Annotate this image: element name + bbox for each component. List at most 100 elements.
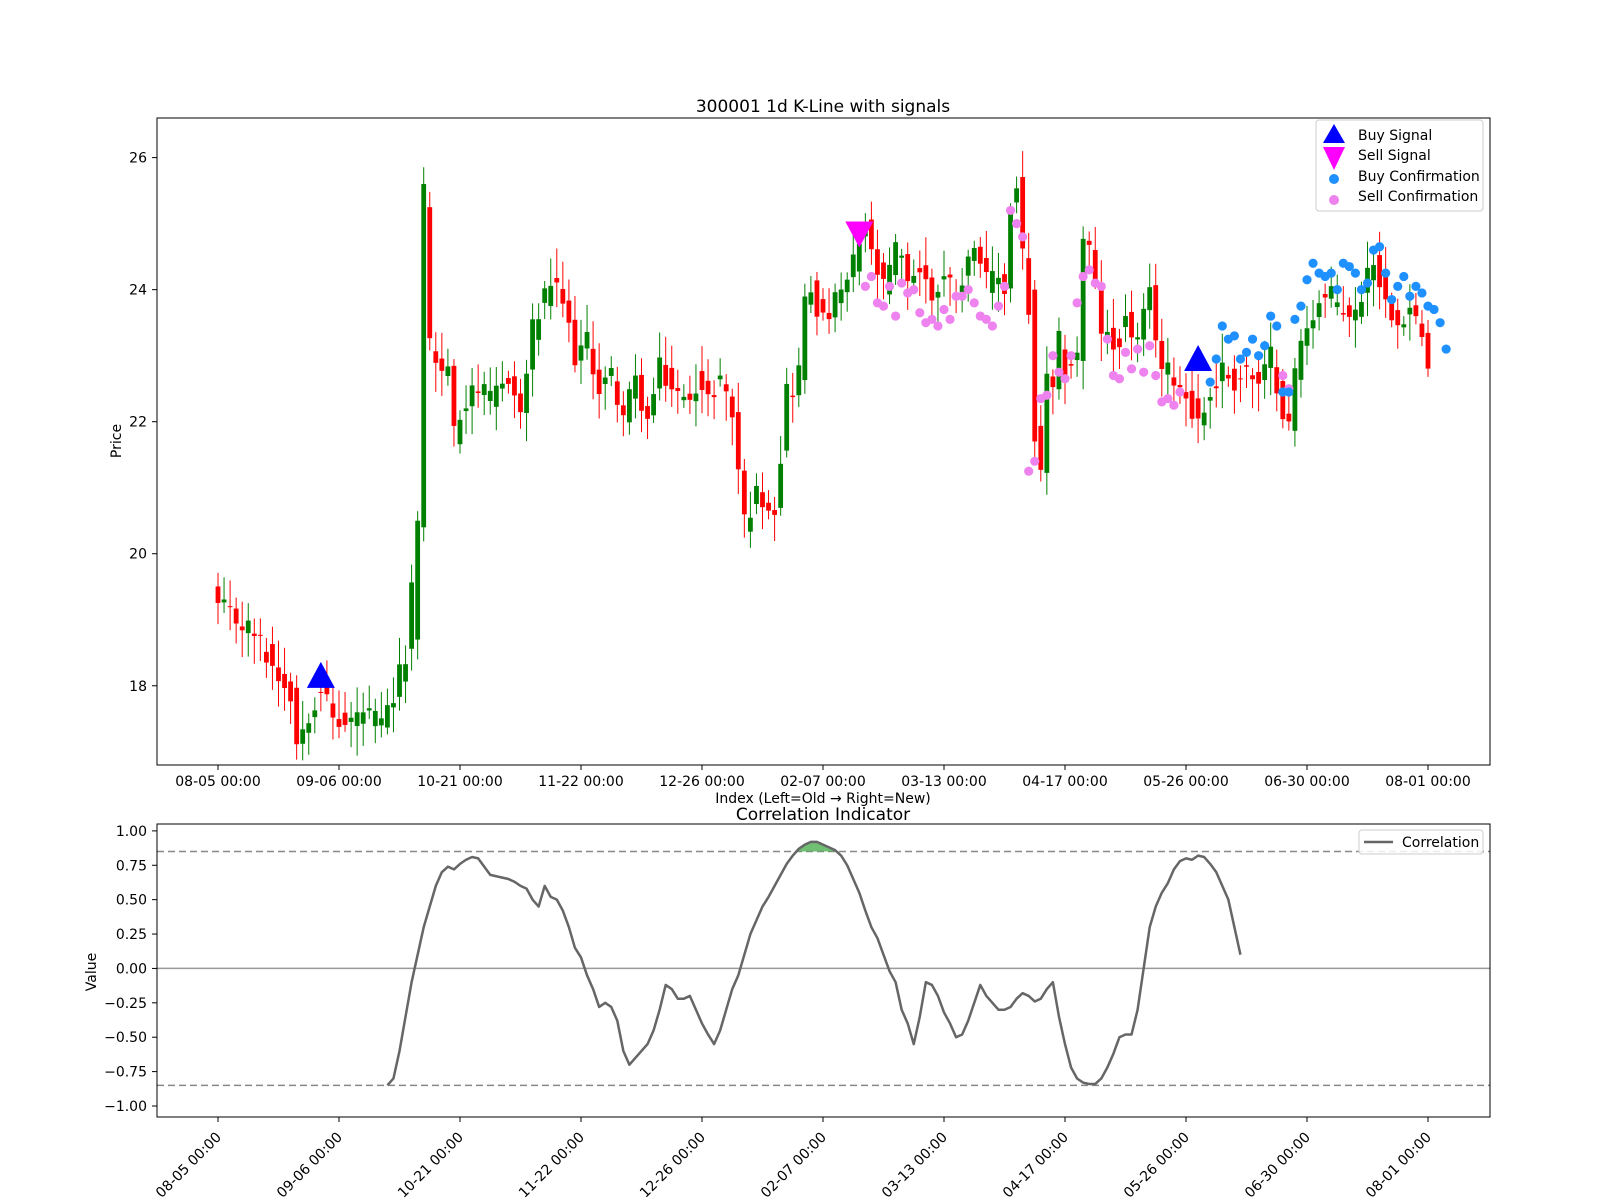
candle-body [754,485,759,505]
candle-body [524,373,529,414]
price-x-tick-label: 08-01 00:00 [1385,774,1470,790]
price-x-tick-label: 09-06 00:00 [296,774,381,790]
candle-body [977,246,983,264]
sell-confirmation-point [884,281,895,291]
candle-body [1383,274,1389,300]
sell-confirmation-point [1169,400,1179,410]
candle-body [306,723,312,733]
candle-body [802,296,808,381]
candle-body [947,274,953,278]
candle-body [923,265,929,280]
correlation-y-axis-label: Value [84,953,100,991]
correlation-y-tick-label: −0.50 [104,1030,147,1046]
candle-body [421,184,427,528]
candle-body [990,271,995,293]
candle-body [264,651,269,663]
figure: 300001 1d K-Line with signals 18 20 22 24 26… [0,0,1600,1200]
sell-confirmation-point [1096,281,1106,291]
candle-body [1334,302,1340,308]
buy-confirmation-point [1399,271,1409,282]
candle-body [729,396,735,418]
candle-body [784,383,790,451]
candle-body [875,249,880,275]
candle-body [1044,373,1050,473]
candle-body [1310,320,1316,329]
candle-body [1322,293,1328,298]
candle-body [717,375,723,380]
sell-confirmation-point [939,304,949,315]
candle-body [463,408,469,412]
candle-body [826,312,832,320]
candle-body [929,277,935,301]
candle-body [1425,332,1431,369]
candle-body [1340,313,1346,315]
buy-confirmation-point [1229,331,1239,341]
legend-sell-signal: Sell Signal [1358,148,1431,164]
sell-confirmation-point [1151,370,1161,381]
candle-body [445,366,451,376]
candle-body [590,348,596,375]
candle-body [1304,328,1310,346]
candle-body [1232,368,1237,391]
candle-body [1080,238,1086,361]
price-y-tick-label: 24 [129,283,147,299]
candle-body [512,376,517,396]
price-x-tick-label: 02-07 00:00 [780,774,865,790]
price-x-tick-label: 06-30 00:00 [1264,774,1349,790]
candle-body [917,268,923,273]
buy-confirmation-point [1290,314,1300,324]
correlation-y-tick-label: −1.00 [104,1099,147,1115]
buy-confirmation-point [1284,387,1294,397]
price-x-tick-label: 12-26 00:00 [659,774,744,790]
candle-body [1135,337,1140,340]
candle-body [832,292,838,318]
candle-body [1377,255,1382,288]
candle-body [899,255,905,258]
buy-confirmation-point [1435,318,1445,328]
sell-confirmation-point [1072,298,1082,308]
candle-body [1395,310,1401,326]
candle-body [681,396,687,401]
candle-body [530,319,535,370]
price-x-tick-label: 03-13 00:00 [901,774,986,790]
price-x-tick-label: 04-17 00:00 [1022,774,1107,790]
candle-body [391,703,396,708]
candle-body [820,299,826,313]
correlation-y-tick-label: 1.00 [116,824,147,840]
candle-body [312,710,318,718]
candle-body [245,620,251,634]
price-y-tick-label: 22 [129,415,147,431]
candle-body [318,691,324,693]
buy-confirmation-point [1247,334,1258,344]
candle-body [300,729,306,744]
buy-confirmation-point [1381,268,1391,278]
candle-body [1086,240,1092,245]
candle-body [881,262,886,279]
candle-body [288,681,293,702]
price-legend: Buy Signal Sell Signal Buy Confirmation … [1315,119,1484,212]
candle-body [651,394,656,416]
candle-body [294,687,300,745]
candle-body [1147,287,1153,311]
candle-body [451,365,457,426]
buy-confirmation-point [1441,344,1451,354]
candle-body [439,358,445,371]
candle-body [1098,289,1104,334]
sell-confirmation-point [987,321,998,331]
candle-body [276,667,281,682]
candle-body [814,280,820,317]
candle-body [1274,367,1280,394]
sell-confirmation-point [1175,387,1185,397]
candle-body [838,289,844,304]
sell-confirmation-point [1133,344,1143,354]
candle-body [348,717,354,722]
candle-body [518,393,523,413]
candle-body [687,393,693,400]
candle-body [257,634,263,636]
candle-body [675,388,681,391]
candle-body [693,393,699,402]
correlation-y-tick-label: 0.00 [116,961,147,977]
candle-body [1195,398,1201,419]
candle-body [1177,384,1183,388]
candle-body [657,357,663,389]
